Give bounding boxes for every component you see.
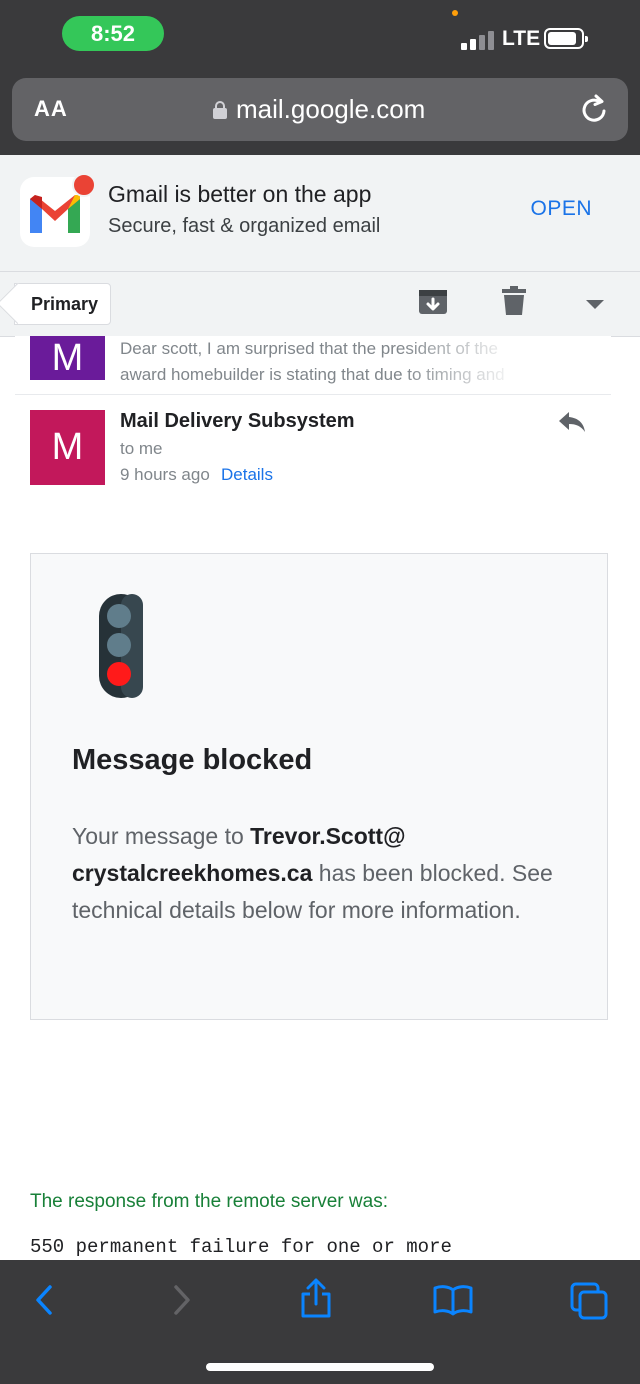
server-response-text: 550 permanent failure for one or more [30,1236,452,1258]
trash-icon[interactable] [502,286,526,316]
sender-name: Mail Delivery Subsystem [120,410,355,432]
address-bar[interactable]: AA mail.google.com [12,78,628,141]
banner-title: Gmail is better on the app [108,181,372,207]
status-bar: 8:52 LTE [0,0,640,72]
chevron-down-icon[interactable] [584,298,606,310]
message-time: 9 hours ago [120,465,210,484]
gmail-logo-icon [20,173,96,247]
details-link[interactable]: Details [221,465,273,485]
network-type: LTE [502,27,541,50]
browser-toolbar [0,1260,640,1384]
reload-icon[interactable] [580,93,610,125]
signal-icon [461,30,495,50]
collapsed-message[interactable]: M Dear scott, I am surprised that the pr… [15,336,611,395]
notice-body: Your message to Trevor.Scott@ crystalcre… [72,818,572,929]
avatar: M [30,336,105,380]
status-time[interactable]: 8:52 [62,16,164,51]
back-button-label: Primary [31,294,99,314]
forward-icon [174,1285,190,1315]
notice-body-prefix: Your message to [72,823,251,849]
archive-icon[interactable] [418,286,448,316]
bookmarks-icon[interactable] [433,1284,473,1316]
traffic-light-icon [99,594,143,698]
notification-badge [72,173,96,197]
recipient-summary: to me [120,439,163,458]
lock-icon [213,100,227,119]
reply-icon[interactable] [557,410,587,434]
banner-subtitle: Secure, fast & organized email [108,215,381,237]
message-header: M Mail Delivery Subsystem to me 9 hours … [15,395,611,505]
open-app-button[interactable]: OPEN [530,197,592,221]
camera-indicator [452,10,458,16]
message-snippet: Dear scott, I am surprised that the pres… [120,339,505,384]
back-to-primary-button[interactable]: Primary [14,283,112,325]
share-icon[interactable] [300,1278,332,1318]
url-display[interactable]: mail.google.com [212,94,425,125]
web-page: Gmail is better on the app Secure, fast … [0,155,640,1260]
server-response-label: The response from the remote server was: [30,1191,388,1212]
mail-toolbar: Primary [0,271,640,337]
tabs-icon[interactable] [570,1282,608,1320]
blocked-notice-card: Message blocked Your message to Trevor.S… [30,553,608,1020]
reader-button[interactable]: AA [34,96,68,122]
message-thread: M Dear scott, I am surprised that the pr… [15,336,611,1260]
home-indicator[interactable] [206,1363,434,1371]
back-icon[interactable] [34,1284,54,1316]
notice-title: Message blocked [72,744,313,776]
browser-header: AA mail.google.com [0,72,640,155]
sender-avatar: M [30,410,105,485]
battery-icon [544,28,588,49]
url-text: mail.google.com [236,94,426,124]
app-promo-banner: Gmail is better on the app Secure, fast … [0,155,640,271]
